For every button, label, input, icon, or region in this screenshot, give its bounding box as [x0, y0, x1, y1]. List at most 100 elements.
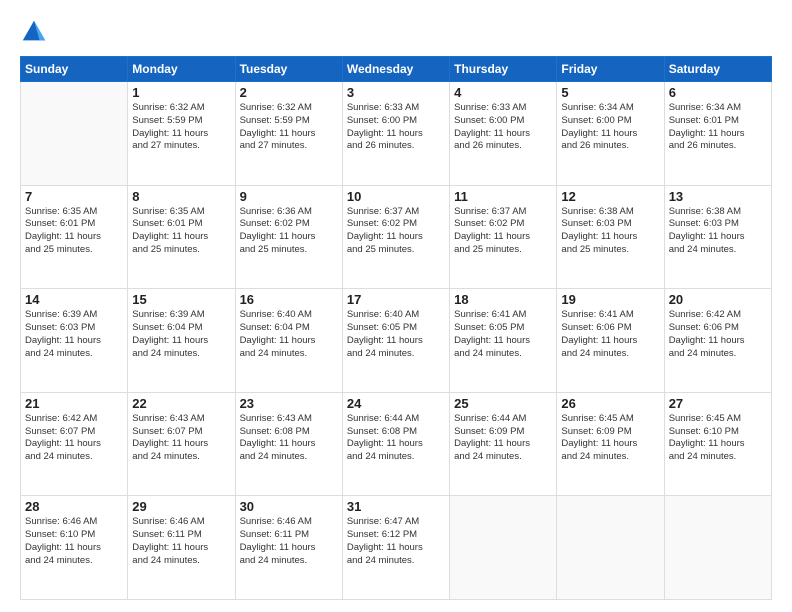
day-number: 9 — [240, 189, 338, 204]
day-number: 29 — [132, 499, 230, 514]
logo — [20, 18, 52, 46]
day-number: 5 — [561, 85, 659, 100]
day-number: 19 — [561, 292, 659, 307]
calendar-cell: 12 Sunrise: 6:38 AM Sunset: 6:03 PM Dayli… — [557, 185, 664, 289]
day-info: Sunrise: 6:40 AM Sunset: 6:05 PM Dayligh… — [347, 309, 445, 360]
day-info: Sunrise: 6:43 AM Sunset: 6:07 PM Dayligh… — [132, 413, 230, 464]
day-number: 4 — [454, 85, 552, 100]
day-number: 7 — [25, 189, 123, 204]
calendar-cell — [450, 496, 557, 600]
day-info: Sunrise: 6:45 AM Sunset: 6:09 PM Dayligh… — [561, 413, 659, 464]
calendar-cell: 3 Sunrise: 6:33 AM Sunset: 6:00 PM Daylig… — [342, 82, 449, 186]
day-number: 6 — [669, 85, 767, 100]
day-info: Sunrise: 6:34 AM Sunset: 6:00 PM Dayligh… — [561, 102, 659, 153]
calendar-cell: 2Sunrise: 6:32 AM Sunset: 5:59 PM Daylig… — [235, 82, 342, 186]
week-row-2: 7 Sunrise: 6:35 AM Sunset: 6:01 PM Daylig… — [21, 185, 772, 289]
day-info: Sunrise: 6:47 AM Sunset: 6:12 PM Dayligh… — [347, 516, 445, 567]
week-row-5: 28 Sunrise: 6:46 AM Sunset: 6:10 PM Dayli… — [21, 496, 772, 600]
day-number: 21 — [25, 396, 123, 411]
calendar-cell: 7 Sunrise: 6:35 AM Sunset: 6:01 PM Daylig… — [21, 185, 128, 289]
weekday-header-saturday: Saturday — [664, 57, 771, 82]
day-number: 12 — [561, 189, 659, 204]
calendar-cell: 10 Sunrise: 6:37 AM Sunset: 6:02 PM Dayli… — [342, 185, 449, 289]
weekday-header-thursday: Thursday — [450, 57, 557, 82]
week-row-1: 1 Sunrise: 6:32 AM Sunset: 5:59 PM Daylig… — [21, 82, 772, 186]
day-number: 14 — [25, 292, 123, 307]
header — [20, 18, 772, 46]
calendar-cell: 6Sunrise: 6:34 AM Sunset: 6:01 PM Daylig… — [664, 82, 771, 186]
day-number: 11 — [454, 189, 552, 204]
page: SundayMondayTuesdayWednesdayThursdayFrid… — [0, 0, 792, 612]
day-number: 24 — [347, 396, 445, 411]
day-info: Sunrise: 6:33 AM Sunset: 6:00 PM Dayligh… — [454, 102, 552, 153]
day-info: Sunrise: 6:39 AM Sunset: 6:03 PM Dayligh… — [25, 309, 123, 360]
day-info: Sunrise: 6:40 AM Sunset: 6:04 PM Dayligh… — [240, 309, 338, 360]
day-number: 26 — [561, 396, 659, 411]
day-info: Sunrise: 6:32 AM Sunset: 5:59 PM Dayligh… — [240, 102, 338, 153]
day-info: Sunrise: 6:46 AM Sunset: 6:10 PM Dayligh… — [25, 516, 123, 567]
day-number: 10 — [347, 189, 445, 204]
calendar-cell — [21, 82, 128, 186]
calendar-cell: 4 Sunrise: 6:33 AM Sunset: 6:00 PM Daylig… — [450, 82, 557, 186]
day-number: 8 — [132, 189, 230, 204]
day-info: Sunrise: 6:35 AM Sunset: 6:01 PM Dayligh… — [132, 206, 230, 257]
day-info: Sunrise: 6:42 AM Sunset: 6:07 PM Dayligh… — [25, 413, 123, 464]
calendar-table: SundayMondayTuesdayWednesdayThursdayFrid… — [20, 56, 772, 600]
calendar-cell — [557, 496, 664, 600]
day-number: 23 — [240, 396, 338, 411]
day-info: Sunrise: 6:37 AM Sunset: 6:02 PM Dayligh… — [454, 206, 552, 257]
day-info: Sunrise: 6:33 AM Sunset: 6:00 PM Dayligh… — [347, 102, 445, 153]
calendar-cell: 11 Sunrise: 6:37 AM Sunset: 6:02 PM Dayli… — [450, 185, 557, 289]
calendar-cell: 14 Sunrise: 6:39 AM Sunset: 6:03 PM Dayli… — [21, 289, 128, 393]
calendar-cell: 20 Sunrise: 6:42 AM Sunset: 6:06 PM Dayli… — [664, 289, 771, 393]
calendar-cell: 29Sunrise: 6:46 AM Sunset: 6:11 PM Dayli… — [128, 496, 235, 600]
calendar-cell: 26 Sunrise: 6:45 AM Sunset: 6:09 PM Dayli… — [557, 392, 664, 496]
calendar-cell: 17 Sunrise: 6:40 AM Sunset: 6:05 PM Dayli… — [342, 289, 449, 393]
calendar-cell: 1 Sunrise: 6:32 AM Sunset: 5:59 PM Daylig… — [128, 82, 235, 186]
day-number: 25 — [454, 396, 552, 411]
day-info: Sunrise: 6:41 AM Sunset: 6:05 PM Dayligh… — [454, 309, 552, 360]
day-number: 13 — [669, 189, 767, 204]
day-number: 22 — [132, 396, 230, 411]
calendar-cell: 8 Sunrise: 6:35 AM Sunset: 6:01 PM Daylig… — [128, 185, 235, 289]
weekday-header-tuesday: Tuesday — [235, 57, 342, 82]
day-info: Sunrise: 6:44 AM Sunset: 6:09 PM Dayligh… — [454, 413, 552, 464]
day-info: Sunrise: 6:41 AM Sunset: 6:06 PM Dayligh… — [561, 309, 659, 360]
calendar-cell: 16 Sunrise: 6:40 AM Sunset: 6:04 PM Dayli… — [235, 289, 342, 393]
weekday-header-row: SundayMondayTuesdayWednesdayThursdayFrid… — [21, 57, 772, 82]
day-number: 1 — [132, 85, 230, 100]
logo-icon — [20, 18, 48, 46]
calendar-cell: 28 Sunrise: 6:46 AM Sunset: 6:10 PM Dayli… — [21, 496, 128, 600]
day-info: Sunrise: 6:32 AM Sunset: 5:59 PM Dayligh… — [132, 102, 230, 153]
day-info: Sunrise: 6:46 AM Sunset: 6:11 PM Dayligh… — [240, 516, 338, 567]
day-info: Sunrise: 6:39 AM Sunset: 6:04 PM Dayligh… — [132, 309, 230, 360]
weekday-header-friday: Friday — [557, 57, 664, 82]
calendar-cell: 23Sunrise: 6:43 AM Sunset: 6:08 PM Dayli… — [235, 392, 342, 496]
day-number: 3 — [347, 85, 445, 100]
day-info: Sunrise: 6:44 AM Sunset: 6:08 PM Dayligh… — [347, 413, 445, 464]
calendar-cell: 24 Sunrise: 6:44 AM Sunset: 6:08 PM Dayli… — [342, 392, 449, 496]
calendar-cell: 9Sunrise: 6:36 AM Sunset: 6:02 PM Daylig… — [235, 185, 342, 289]
day-number: 20 — [669, 292, 767, 307]
calendar-cell: 18 Sunrise: 6:41 AM Sunset: 6:05 PM Dayli… — [450, 289, 557, 393]
calendar-cell — [664, 496, 771, 600]
day-number: 31 — [347, 499, 445, 514]
day-info: Sunrise: 6:37 AM Sunset: 6:02 PM Dayligh… — [347, 206, 445, 257]
calendar-cell: 15Sunrise: 6:39 AM Sunset: 6:04 PM Dayli… — [128, 289, 235, 393]
weekday-header-sunday: Sunday — [21, 57, 128, 82]
calendar-cell: 5 Sunrise: 6:34 AM Sunset: 6:00 PM Daylig… — [557, 82, 664, 186]
week-row-4: 21 Sunrise: 6:42 AM Sunset: 6:07 PM Dayli… — [21, 392, 772, 496]
calendar-cell: 31 Sunrise: 6:47 AM Sunset: 6:12 PM Dayli… — [342, 496, 449, 600]
day-info: Sunrise: 6:38 AM Sunset: 6:03 PM Dayligh… — [561, 206, 659, 257]
day-number: 17 — [347, 292, 445, 307]
day-info: Sunrise: 6:35 AM Sunset: 6:01 PM Dayligh… — [25, 206, 123, 257]
day-number: 28 — [25, 499, 123, 514]
weekday-header-wednesday: Wednesday — [342, 57, 449, 82]
calendar-cell: 22 Sunrise: 6:43 AM Sunset: 6:07 PM Dayli… — [128, 392, 235, 496]
weekday-header-monday: Monday — [128, 57, 235, 82]
calendar-cell: 30Sunrise: 6:46 AM Sunset: 6:11 PM Dayli… — [235, 496, 342, 600]
day-info: Sunrise: 6:45 AM Sunset: 6:10 PM Dayligh… — [669, 413, 767, 464]
day-number: 16 — [240, 292, 338, 307]
day-info: Sunrise: 6:42 AM Sunset: 6:06 PM Dayligh… — [669, 309, 767, 360]
day-number: 18 — [454, 292, 552, 307]
